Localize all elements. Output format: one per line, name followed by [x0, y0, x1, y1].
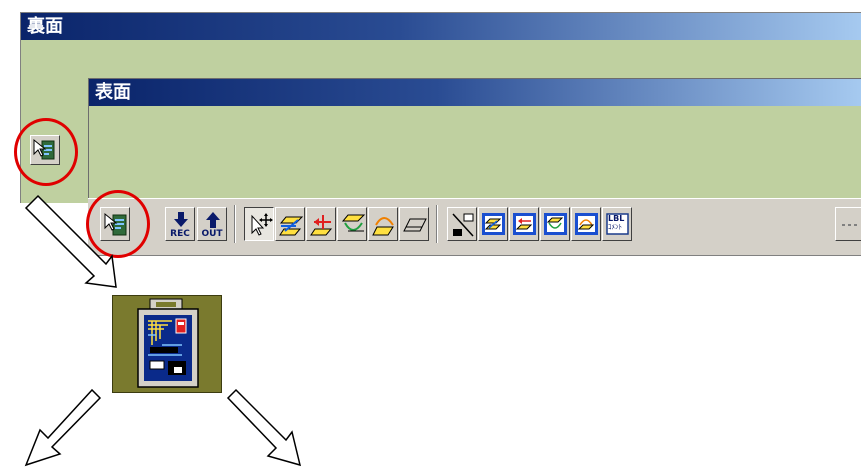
arrow-down-right-icon [24, 194, 117, 288]
board-icon [111, 294, 223, 394]
enlarged-board-icon [111, 294, 223, 394]
annotation-arrows [24, 194, 302, 467]
arrow-down-left-icon [24, 388, 102, 467]
arrow-down-right-icon [226, 388, 302, 467]
